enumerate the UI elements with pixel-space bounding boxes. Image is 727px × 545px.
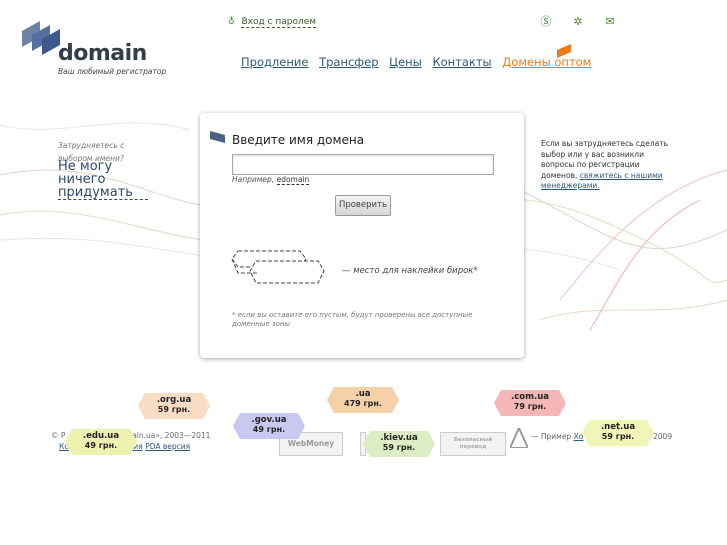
- flag-icon: [210, 131, 225, 143]
- tag-zone: .gov.ua: [251, 415, 287, 425]
- name-generator-link[interactable]: Не могу ничего придумать: [58, 160, 148, 200]
- tag-price: 59 грн.: [382, 443, 416, 452]
- tag-placeholder-shapes: [231, 250, 325, 284]
- tag-price: 59 грн.: [601, 432, 635, 441]
- nav-transfer[interactable]: Трансфер: [319, 55, 378, 69]
- skype-icon[interactable]: Ⓢ: [540, 16, 552, 28]
- price-tag-kiev-ua[interactable]: .kiev.ua 59 грн.: [362, 430, 436, 458]
- tag-note: — место для наклейки бирок*: [342, 266, 478, 276]
- logo-icon[interactable]: [22, 17, 62, 57]
- webmoney-label: WebMoney: [287, 439, 335, 448]
- secure-transfer-label: Безопасный перевод: [453, 437, 493, 450]
- pda-version-link[interactable]: PDA версия: [145, 442, 190, 451]
- price-tag-gov-ua[interactable]: .gov.ua 49 грн.: [232, 412, 306, 440]
- tag-price: 79 грн.: [513, 402, 547, 411]
- login-link[interactable]: Вход с паролем: [241, 17, 317, 28]
- nav-bulk-domains[interactable]: Домены оптом: [502, 55, 591, 69]
- footer-made-by: — Пример Хо: [531, 432, 583, 441]
- price-tag-ua[interactable]: .ua 479 грн.: [326, 386, 400, 414]
- contact-managers-text: Если вы затрудняетесь сделать выбор или …: [541, 139, 676, 192]
- domain-search-card: Введите имя домена Например, edomain Про…: [200, 113, 524, 358]
- footer-year: 2009: [653, 432, 673, 441]
- secure-transfer-badge[interactable]: Безопасный перевод: [440, 432, 506, 456]
- tag-zone: .ua: [355, 389, 371, 399]
- domain-input[interactable]: [232, 154, 494, 175]
- brand-tagline: Ваш любимый регистратор: [58, 67, 167, 76]
- tag-zone: .com.ua: [511, 392, 549, 402]
- example-link[interactable]: edomain: [276, 175, 310, 185]
- price-tag-org-ua[interactable]: .org.ua 59 грн.: [137, 392, 211, 420]
- price-tag-edu-ua[interactable]: .edu.ua 49 грн.: [64, 428, 138, 456]
- nav-prices[interactable]: Цены: [389, 55, 422, 69]
- footnote: * если вы оставите его пустым, будут про…: [232, 311, 473, 328]
- check-button[interactable]: Проверить: [335, 195, 391, 216]
- tag-zone: .net.ua: [600, 422, 636, 432]
- gear-icon[interactable]: ✲: [572, 16, 584, 28]
- made-by-prefix: — Пример: [531, 432, 572, 441]
- tag-zone: .org.ua: [156, 395, 192, 405]
- price-tag-net-ua[interactable]: .net.ua 59 грн.: [581, 419, 655, 447]
- login-area: ♁ Вход с паролем: [228, 17, 317, 28]
- tag-zone: .edu.ua: [82, 431, 120, 441]
- tag-price: 49 грн.: [84, 441, 118, 450]
- price-tag-com-ua[interactable]: .com.ua 79 грн.: [493, 389, 567, 417]
- studio-logo-icon[interactable]: [510, 428, 528, 448]
- tag-price: 479 грн.: [344, 399, 382, 408]
- mail-icon[interactable]: ✉: [604, 16, 616, 28]
- example-text: Например, edomain: [232, 175, 310, 185]
- main-nav: Продление Трансфер Цены Контакты Домены …: [241, 55, 598, 69]
- brand-name[interactable]: domain: [58, 41, 147, 66]
- tag-price: 59 грн.: [157, 405, 191, 414]
- key-icon: ♁: [228, 17, 235, 27]
- example-prefix: Например,: [232, 175, 275, 184]
- nav-renewal[interactable]: Продление: [241, 55, 308, 69]
- tag-zone: .kiev.ua: [380, 433, 418, 443]
- copyright-end: ain.ua», 2003—2011: [132, 431, 211, 440]
- bulk-flag-icon: [557, 44, 571, 58]
- tag-price: 49 грн.: [252, 425, 286, 434]
- search-title: Введите имя домена: [232, 133, 365, 147]
- nav-contacts[interactable]: Контакты: [432, 55, 491, 69]
